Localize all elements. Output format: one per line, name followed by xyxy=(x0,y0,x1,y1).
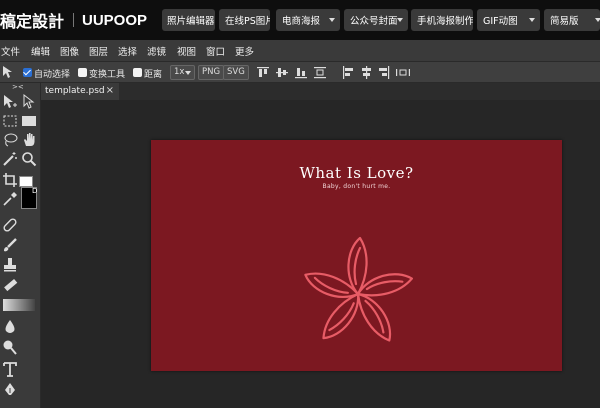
options-bar: 自动选择 变换工具 距离 1x PNG SVG xyxy=(0,62,600,83)
move-tool-icon xyxy=(3,66,12,78)
marquee-icon[interactable] xyxy=(2,113,18,129)
wechat-cover-label: 公众号封面 xyxy=(350,16,398,27)
gif-dropdown[interactable]: GIF动图 xyxy=(477,9,540,31)
menu-file[interactable]: 文件 xyxy=(1,44,20,58)
align-hcenter-icon[interactable] xyxy=(360,66,372,79)
document-canvas[interactable]: What Is Love? Baby, don't hurt me. xyxy=(151,140,562,371)
gif-label: GIF动图 xyxy=(483,16,518,27)
chevron-down-icon xyxy=(397,18,403,22)
brand-name-cn: 稿定設計 xyxy=(0,12,65,31)
menu-view[interactable]: 视图 xyxy=(177,44,196,58)
simple-version-label: 简易版 xyxy=(550,16,579,27)
magic-wand-icon[interactable] xyxy=(2,151,18,167)
distance-checkbox[interactable] xyxy=(133,68,142,77)
mobile-poster-label: 手机海报制作 xyxy=(417,16,473,27)
align-bottom-icon[interactable] xyxy=(295,66,307,79)
gradient-icon[interactable] xyxy=(3,299,35,311)
online-ps-button[interactable]: 在线PS图片 xyxy=(219,9,270,31)
auto-select-checkbox[interactable] xyxy=(23,68,32,77)
lasso-icon[interactable] xyxy=(2,132,18,148)
foreground-color-swatch[interactable] xyxy=(19,176,33,187)
menu-window[interactable]: 窗口 xyxy=(206,44,225,58)
auto-select-label: 自动选择 xyxy=(34,70,71,80)
brand-separator xyxy=(73,13,75,27)
brand-logo[interactable]: 稿定設計 UUPOOP xyxy=(0,9,148,32)
menu-image[interactable]: 图像 xyxy=(60,44,79,58)
chevron-down-icon xyxy=(595,18,600,22)
stamp-icon[interactable] xyxy=(2,257,18,273)
chevron-down-icon xyxy=(185,71,191,75)
healing-icon[interactable] xyxy=(2,217,18,233)
default-colors-label[interactable]: D xyxy=(32,187,37,195)
zoom-icon[interactable] xyxy=(21,151,37,167)
ecommerce-poster-dropdown[interactable]: 电商海报 xyxy=(276,9,340,31)
pen-icon[interactable] xyxy=(2,382,18,398)
distribute-horizontal-icon[interactable] xyxy=(396,66,410,79)
simple-version-dropdown[interactable]: 简易版 xyxy=(544,9,600,31)
photo-editor-label: 照片编辑器 xyxy=(167,16,215,27)
online-ps-label: 在线PS图片 xyxy=(225,16,270,27)
hand-icon[interactable] xyxy=(21,132,37,148)
align-vcenter-icon[interactable] xyxy=(276,66,288,79)
app-window: 稿定設計 UUPOOP 照片编辑器 在线PS图片 电商海报 公众号封面 手机海报… xyxy=(0,0,600,408)
rect-icon[interactable] xyxy=(21,113,37,129)
distribute-vertical-icon[interactable] xyxy=(314,66,326,79)
transform-checkbox[interactable] xyxy=(78,68,87,77)
select-icon[interactable] xyxy=(21,94,37,110)
menu-edit[interactable]: 编辑 xyxy=(31,44,50,58)
ecommerce-poster-label: 电商海报 xyxy=(282,16,321,27)
tools-panel: >< D xyxy=(0,83,41,408)
eyedropper-icon[interactable] xyxy=(2,191,18,207)
dodge-icon[interactable] xyxy=(2,339,18,355)
flower-graphic xyxy=(304,236,413,342)
chevron-down-icon xyxy=(529,18,535,22)
wechat-cover-dropdown[interactable]: 公众号封面 xyxy=(344,9,408,31)
top-bar: 稿定設計 UUPOOP 照片编辑器 在线PS图片 电商海报 公众号封面 手机海报… xyxy=(0,0,600,40)
canvas-subtitle: Baby, don't hurt me. xyxy=(322,183,391,190)
distance-label: 距离 xyxy=(144,70,163,80)
align-right-icon[interactable] xyxy=(378,66,390,79)
eraser-icon[interactable] xyxy=(2,277,18,293)
text-icon[interactable] xyxy=(2,361,18,377)
transform-label: 变换工具 xyxy=(89,70,126,80)
crop-icon[interactable] xyxy=(2,172,18,188)
menu-filter[interactable]: 滤镜 xyxy=(147,44,166,58)
menu-select[interactable]: 选择 xyxy=(118,44,137,58)
canvas-title: What Is Love? xyxy=(299,164,414,182)
blur-icon[interactable] xyxy=(2,319,18,335)
brand-name-en: UUPOOP xyxy=(82,11,148,29)
close-icon[interactable]: × xyxy=(106,85,114,96)
move-icon[interactable] xyxy=(2,94,18,110)
zoom-select[interactable]: 1x xyxy=(170,65,195,80)
brush-icon[interactable] xyxy=(2,237,18,253)
collapse-toggle[interactable]: >< xyxy=(12,83,24,91)
menu-bar: 文件 编辑 图像 图层 选择 滤镜 视图 窗口 更多 xyxy=(0,40,600,62)
align-top-icon[interactable] xyxy=(257,66,269,79)
menu-more[interactable]: 更多 xyxy=(235,44,254,58)
export-png-button[interactable]: PNG xyxy=(198,65,225,80)
tab-label: template.psd xyxy=(45,86,105,96)
align-left-icon[interactable] xyxy=(342,66,354,79)
chevron-down-icon xyxy=(329,18,335,22)
mobile-poster-button[interactable]: 手机海报制作 xyxy=(411,9,473,31)
menu-layer[interactable]: 图层 xyxy=(89,44,108,58)
document-tab-bar: template.psd × xyxy=(41,83,600,100)
tab-template-psd[interactable]: template.psd × xyxy=(41,83,119,100)
zoom-value: 1x xyxy=(174,67,185,77)
export-svg-button[interactable]: SVG xyxy=(223,65,249,80)
photo-editor-button[interactable]: 照片编辑器 xyxy=(162,9,215,31)
